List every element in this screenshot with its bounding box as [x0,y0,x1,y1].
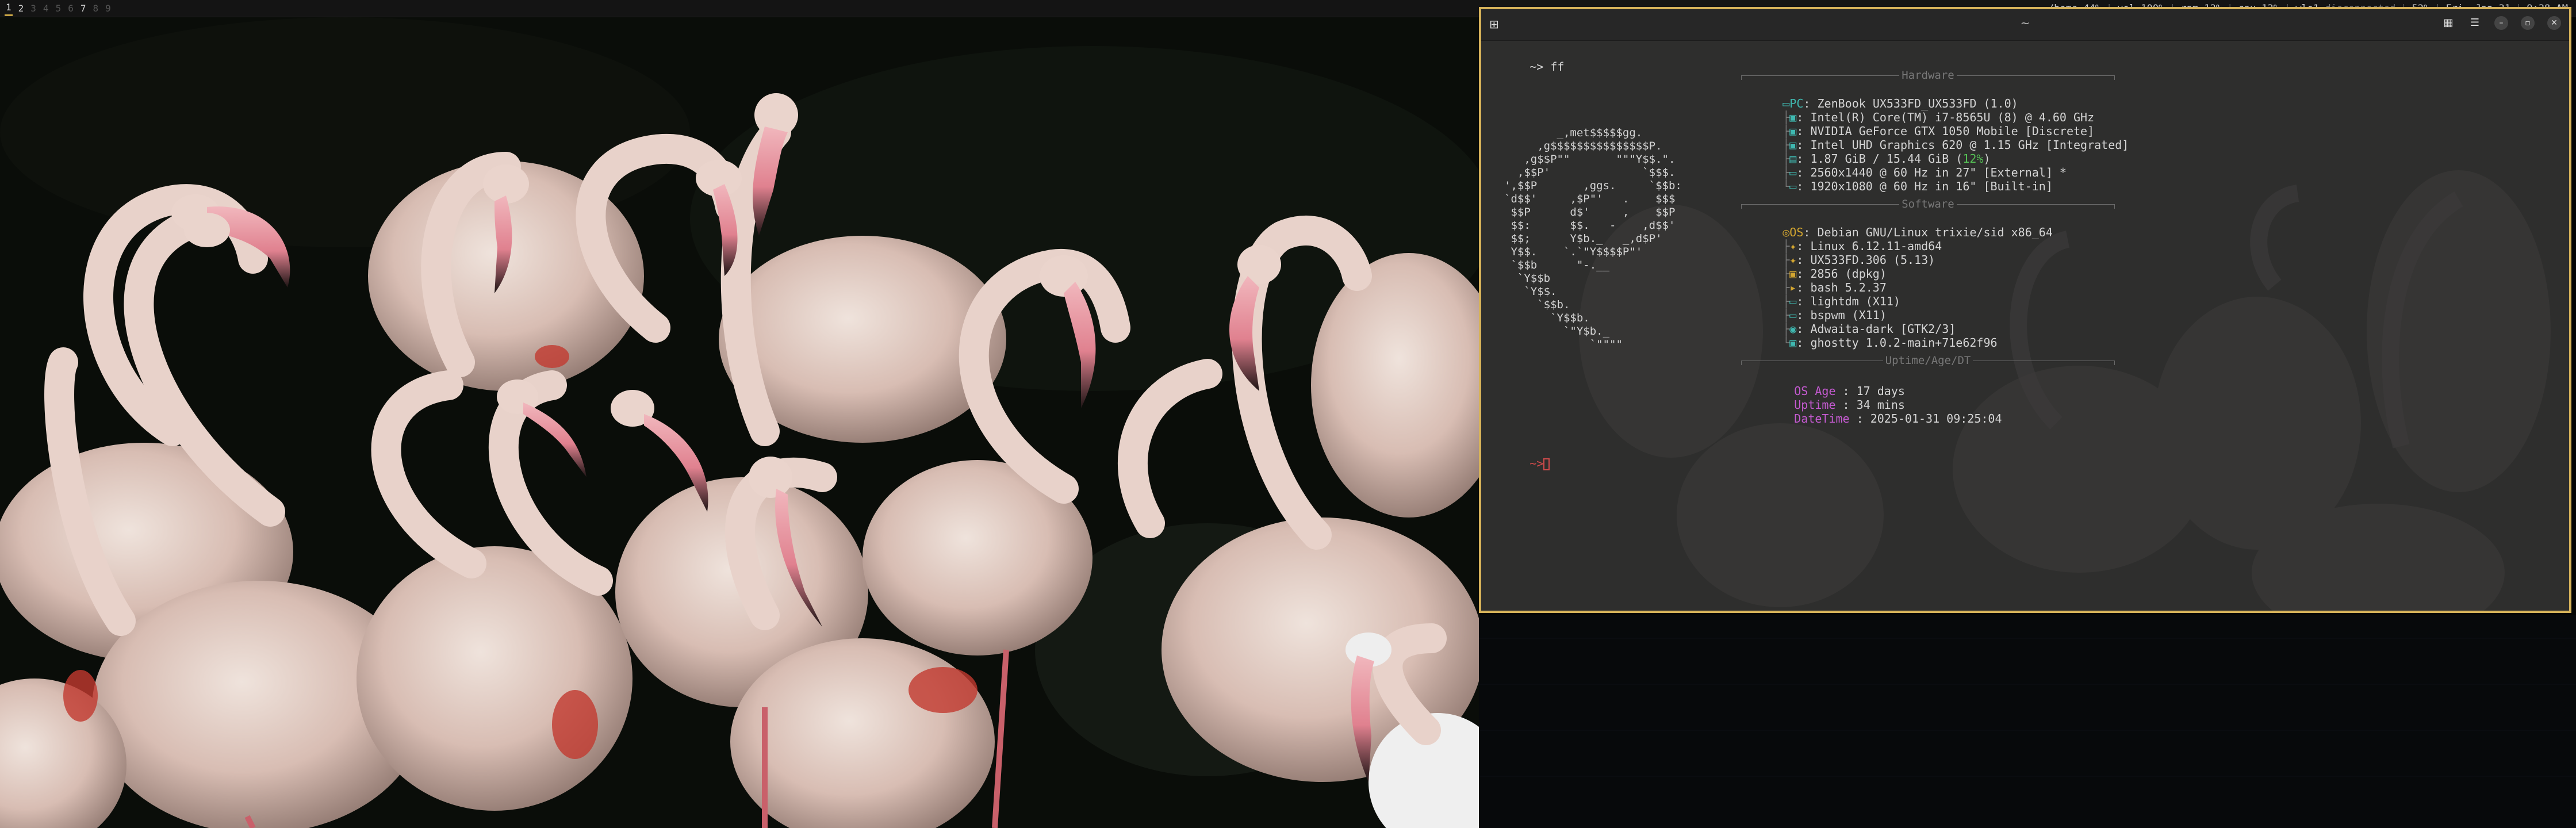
debian-ascii-logo: _,met$$$$$gg. ,g$$$$$$$$$$$$$$$P. ,g$$P"… [1504,126,1682,351]
info-wm: ├▭: bspwm (X11) [1782,308,1887,322]
info-cpu: ├▣: Intel(R) Core(TM) i7-8565U (8) @ 4.6… [1782,110,2095,124]
terminal-value: ghostty 1.0.2-main+71e62f96 [1810,336,1998,350]
workspace-9[interactable]: 9 [104,3,112,14]
info-os-age: OS Age : 17 days [1753,370,1905,398]
maximize-button[interactable]: ▫ [2521,16,2535,30]
info-uptime: Uptime : 34 mins [1753,384,1905,412]
workspace-1[interactable]: 1 [5,1,13,16]
desktop-wallpaper-lower-right [1479,615,2576,828]
display2-value: 1920x1080 @ 60 Hz in 16" [Built-in] [1810,179,2053,193]
datetime-key: DateTime [1794,412,1850,425]
workspace-5[interactable]: 5 [55,3,63,14]
terminal-title: ~ [2020,16,2030,30]
info-bios: ├✦: UX533FD.306 (5.13) [1782,253,1935,267]
window-controls: ▦ ☰ – ▫ ✕ [2441,16,2561,30]
info-dm: ├▭: lightdm (X11) [1782,294,1900,308]
terminal-titlebar[interactable]: ⊞ ~ ▦ ☰ – ▫ ✕ [1481,9,2569,41]
info-gpu1: ├▣: NVIDIA GeForce GTX 1050 Mobile [Disc… [1782,124,2095,138]
workspace-8[interactable]: 8 [91,3,99,14]
info-memory: ├▤: 1.87 GiB / 15.44 GiB (12%) [1782,152,1991,166]
info-terminal: └▣: ghostty 1.0.2-main+71e62f96 [1782,336,1998,350]
terminal-cursor [1543,458,1550,470]
section-software: Software [1741,198,2115,212]
prompt-symbol: ~> [1529,457,1544,470]
datetime-value: : 2025-01-31 09:25:04 [1849,412,2002,425]
section-uptime: Uptime/Age/DT [1741,354,2115,368]
info-kernel: ├✦: Linux 6.12.11-amd64 [1782,239,1942,253]
info-os: ◎OS: Debian GNU/Linux trixie/sid x86_64 [1782,225,2053,239]
tab-overview-icon[interactable]: ▦ [2441,16,2455,30]
display2-icon: ▭ [1789,179,1797,193]
section-hardware: Hardware [1741,69,2115,83]
section-hardware-label: Hardware [1899,69,1957,82]
workspace-7[interactable]: 7 [79,3,87,14]
section-software-label: Software [1899,198,1957,210]
flamingo-wallpaper-image [0,17,1479,828]
info-shell: ├▸: bash 5.2.37 [1782,281,1887,294]
terminal-icon: ▣ [1789,336,1797,350]
workspace-list: 1 2 3 4 5 6 7 8 9 [0,1,112,16]
workspace-4[interactable]: 4 [42,3,50,14]
minimize-button[interactable]: – [2494,16,2508,30]
info-datetime: DateTime : 2025-01-31 09:25:04 [1753,398,2002,425]
terminal-content[interactable]: ~> ff _,met$$$$$gg. ,g$$$$$$$$$$$$$$$P. … [1481,40,2569,611]
active-prompt[interactable]: ~> [1488,443,1550,484]
workspace-6[interactable]: 6 [67,3,75,14]
terminal-window[interactable]: ⊞ ~ ▦ ☰ – ▫ ✕ ~> ff _,met$$$$$gg. ,g$$$$… [1479,7,2571,613]
info-packages: ├▣: 2856 (dpkg) [1782,267,1887,281]
section-uptime-label: Uptime/Age/DT [1883,354,1973,367]
info-theme: ├◉: Adwaita-dark [GTK2/3] [1782,322,1956,336]
desktop-wallpaper [0,17,1479,828]
info-display1: ├▭: 2560x1440 @ 60 Hz in 27" [External] … [1782,166,2067,179]
info-display2: └▭: 1920x1080 @ 60 Hz in 16" [Built-in] [1782,179,2053,193]
info-pc: ▭PC: ZenBook UX533FD_UX533FD (1.0) [1782,97,2018,110]
close-button[interactable]: ✕ [2547,16,2561,30]
menu-icon[interactable]: ☰ [2468,16,2482,30]
command-text: ~> ff [1529,60,1565,74]
info-gpu2: ├▣: Intel UHD Graphics 620 @ 1.15 GHz [I… [1782,138,2129,152]
command-line: ~> ff [1488,46,1564,87]
wallpaper-lower-right-image [1479,615,2576,828]
workspace-3[interactable]: 3 [29,3,37,14]
workspace-2[interactable]: 2 [17,3,25,14]
